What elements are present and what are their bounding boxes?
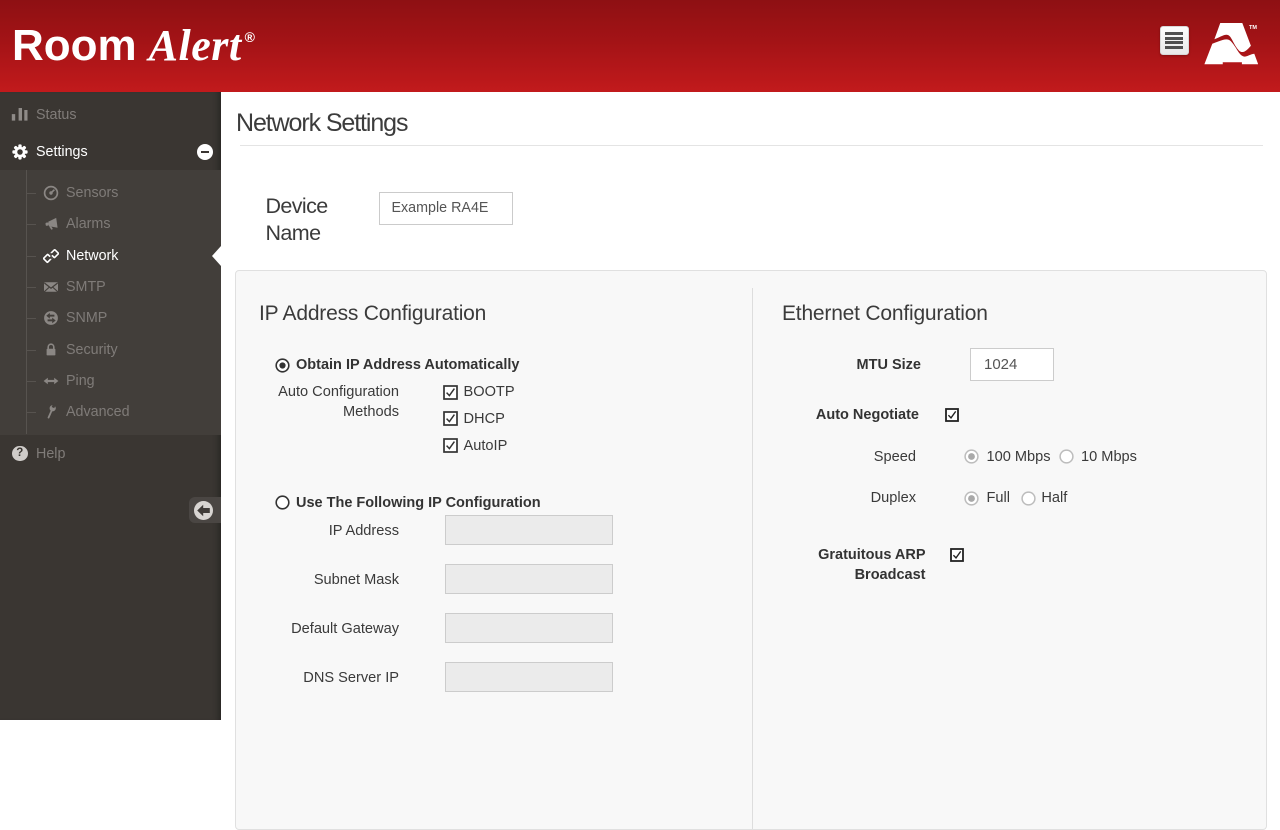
svg-text:TM: TM — [1249, 25, 1257, 31]
